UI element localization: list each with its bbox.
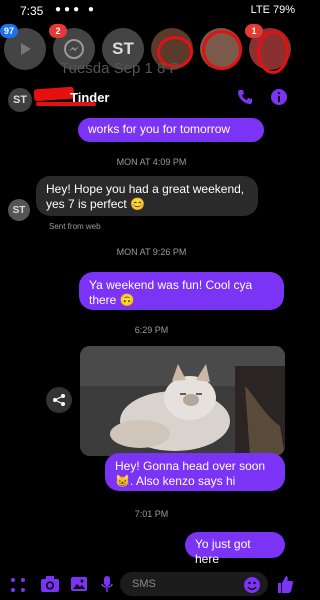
redaction-mark	[33, 86, 75, 102]
phone-icon	[238, 90, 252, 104]
contact-avatar[interactable]: ST	[8, 88, 32, 112]
faded-date-header: Tuesda Sep 1 8 P	[60, 60, 180, 77]
contact-name[interactable]: Tinder	[70, 90, 110, 105]
timestamp: 6:29 PM	[134, 325, 169, 335]
thumbs-up-icon	[278, 576, 294, 593]
play-icon	[21, 43, 31, 55]
message-meta: Sent from web	[49, 222, 101, 231]
timestamp: MON AT 4:09 PM	[116, 157, 187, 167]
call-button[interactable]	[236, 88, 254, 111]
chathead-label: ST	[112, 39, 134, 58]
chathead-play[interactable]: 97	[0, 24, 46, 70]
messenger-icon	[64, 39, 84, 59]
sender-avatar: ST	[8, 199, 30, 221]
message-sent[interactable]: Hey! Gonna head over soon 😸. Also kenzo …	[105, 453, 285, 491]
emoji-icon	[244, 577, 260, 593]
avatar-initials: ST	[12, 94, 28, 106]
message-received[interactable]: Hey! Hope you had a great weekend, yes 7…	[36, 176, 258, 216]
camera-icon	[41, 576, 59, 592]
grid-dots-icon	[11, 578, 25, 592]
info-button[interactable]	[270, 88, 288, 111]
info-icon	[271, 89, 287, 105]
voice-button[interactable]	[100, 575, 114, 598]
message-sent[interactable]: works for you for tomorrow	[78, 118, 264, 142]
share-icon	[53, 394, 65, 406]
status-time: 7:35	[20, 4, 44, 18]
status-right: LTE 79%	[250, 4, 295, 16]
message-sent[interactable]: Yo just got here	[185, 532, 285, 566]
share-button[interactable]	[46, 387, 72, 413]
timestamp: MON AT 9:26 PM	[116, 247, 187, 257]
redaction-mark	[202, 30, 242, 70]
chathead-badge: 97	[0, 24, 18, 38]
shared-photo-cat[interactable]	[80, 346, 285, 456]
message-sent[interactable]: Ya weekend was fun! Cool cya there 🙃	[79, 272, 284, 310]
more-apps-button[interactable]	[10, 577, 26, 598]
image-icon	[71, 577, 87, 591]
notification-icons: ●●● ●	[55, 4, 97, 15]
microphone-icon	[101, 576, 113, 592]
emoji-button[interactable]	[243, 576, 261, 599]
chathead-contact-2[interactable]	[200, 28, 242, 70]
status-bar: 7:35 ●●● ● LTE 79%	[0, 0, 303, 22]
camera-button[interactable]	[40, 575, 60, 598]
redaction-mark	[257, 30, 289, 74]
like-button[interactable]	[276, 574, 294, 599]
chathead-badge: 1	[245, 24, 263, 38]
gallery-button[interactable]	[70, 576, 88, 597]
chathead-badge: 2	[49, 24, 67, 38]
chathead-contact-3[interactable]: 1	[245, 24, 291, 74]
cat-photo-image	[80, 346, 285, 456]
timestamp: 7:01 PM	[134, 509, 169, 519]
